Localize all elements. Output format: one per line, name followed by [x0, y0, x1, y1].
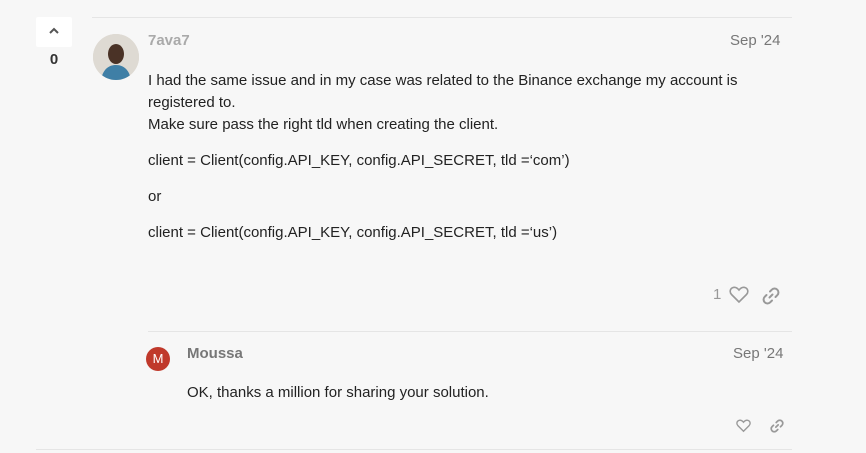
post-author[interactable]: 7ava7 [148, 32, 190, 49]
reply-avatar[interactable]: M [146, 347, 170, 371]
vote-count: 0 [49, 51, 59, 68]
post-paragraph: I had the same issue and in my case was … [148, 72, 738, 133]
reply-author[interactable]: Moussa [187, 345, 243, 362]
post-paragraph-or: or [148, 188, 162, 205]
post-date[interactable]: Sep '24 [730, 32, 780, 49]
reply-date[interactable]: Sep '24 [733, 345, 783, 362]
divider-top [92, 17, 792, 18]
share-button[interactable] [762, 287, 780, 310]
divider-reply [148, 331, 792, 332]
reply-share-button[interactable] [770, 419, 784, 438]
user-photo-icon [93, 34, 139, 80]
reply-like-button[interactable] [736, 419, 751, 438]
link-icon [770, 419, 784, 433]
like-button[interactable] [729, 286, 749, 309]
code-line-us: client = Client(config.API_KEY, config.A… [148, 224, 558, 241]
divider-bottom [36, 449, 792, 450]
upvote-button[interactable] [36, 17, 72, 47]
heart-icon [736, 419, 751, 433]
link-icon [762, 287, 780, 305]
code-line-com: client = Client(config.API_KEY, config.A… [148, 152, 570, 169]
heart-icon [729, 286, 749, 304]
post-body: I had the same issue and in my case was … [148, 70, 778, 258]
reply-body: OK, thanks a million for sharing your so… [187, 384, 489, 401]
chevron-up-icon [49, 27, 59, 34]
avatar[interactable] [93, 34, 139, 80]
like-count[interactable]: 1 [713, 286, 721, 303]
